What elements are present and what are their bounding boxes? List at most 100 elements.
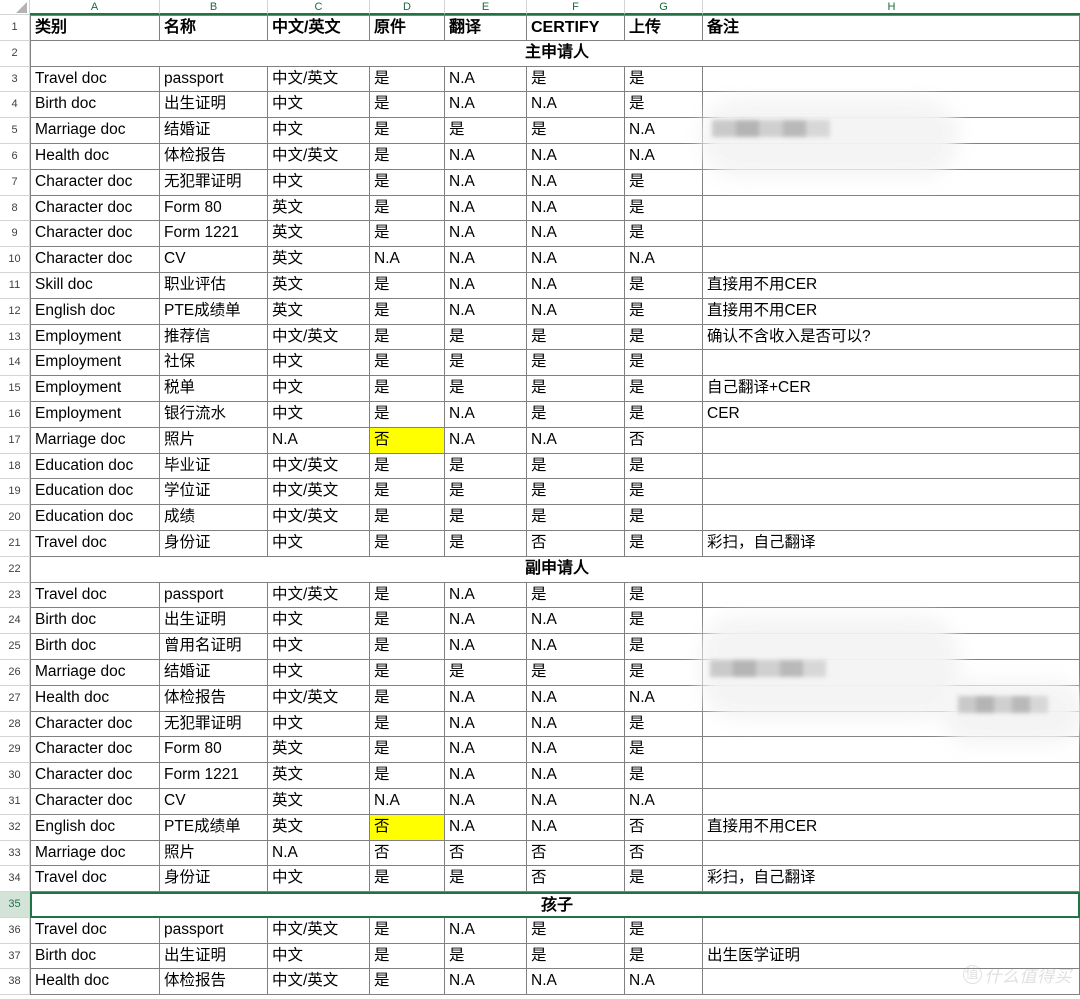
cell-B31[interactable]: CV (160, 788, 268, 815)
cell-F15[interactable]: 是 (527, 376, 625, 402)
cell-C26[interactable]: 中文 (268, 659, 370, 686)
table-row[interactable]: 7 Character doc 无犯罪证明 中文是 N.A N.A 是 (0, 169, 1080, 196)
cell-E33[interactable]: 否 (445, 840, 527, 867)
cell-E29[interactable]: N.A (445, 737, 527, 764)
cell-G16[interactable]: 是 (625, 401, 703, 428)
cell-G5[interactable]: N.A (625, 118, 703, 144)
cell-D24[interactable]: 是 (370, 608, 445, 635)
row-header-21[interactable]: 21 (0, 530, 30, 557)
table-row[interactable]: 5 Marriage doc 结婚证 中文是是是 N.A (0, 118, 1080, 144)
row-header-1[interactable]: 1 (0, 15, 30, 41)
cell-H34[interactable]: 彩扫，自己翻译 (703, 866, 1080, 893)
column-header-f[interactable]: F (527, 0, 625, 15)
cell-E13[interactable]: 是 (445, 324, 527, 351)
cell-G30[interactable]: 是 (625, 763, 703, 789)
cell-D20[interactable]: 是 (370, 505, 445, 531)
cell-H4[interactable] (703, 92, 1080, 119)
cell-F14[interactable]: 是 (527, 350, 625, 377)
cell-G21[interactable]: 是 (625, 530, 703, 557)
section-title-cell[interactable]: 主申请人 (30, 40, 1080, 67)
section-title-row[interactable]: 2 主申请人 (0, 40, 1080, 67)
cell-B21[interactable]: 身份证 (160, 530, 268, 557)
table-row[interactable]: 17 Marriage doc 照片 N.A 否 N.A N.A 否 (0, 427, 1080, 454)
cell-H10[interactable] (703, 247, 1080, 273)
cell-C25[interactable]: 中文 (268, 634, 370, 660)
cell-H37[interactable]: 出生医学证明 (703, 943, 1080, 970)
cell-E10[interactable]: N.A (445, 247, 527, 273)
cell-F4[interactable]: N.A (527, 92, 625, 119)
cell-A30[interactable]: Character doc (30, 763, 160, 789)
cell-G26[interactable]: 是 (625, 659, 703, 686)
cell-E18[interactable]: 是 (445, 453, 527, 480)
cell-B5[interactable]: 结婚证 (160, 118, 268, 144)
table-row[interactable]: 16 Employment 银行流水 中文是 N.A 是是 CER (0, 401, 1080, 428)
cell-D23[interactable]: 是 (370, 582, 445, 609)
table-row[interactable]: 37 Birth doc 出生证明 中文是是是是出生医学证明 (0, 943, 1080, 970)
cell-B15[interactable]: 税单 (160, 376, 268, 402)
cell-B23[interactable]: passport (160, 582, 268, 609)
cell-B33[interactable]: 照片 (160, 840, 268, 867)
cell-C37[interactable]: 中文 (268, 943, 370, 970)
table-row[interactable]: 18 Education doc 毕业证 中文/英文是是是是 (0, 453, 1080, 480)
cell-D38[interactable]: 是 (370, 969, 445, 996)
cell-G36[interactable]: 是 (625, 917, 703, 944)
cell-D14[interactable]: 是 (370, 350, 445, 377)
cell-B34[interactable]: 身份证 (160, 866, 268, 893)
cell-E12[interactable]: N.A (445, 298, 527, 325)
cell-C36[interactable]: 中文/英文 (268, 917, 370, 944)
row-header-32[interactable]: 32 (0, 814, 30, 841)
table-row[interactable]: 24 Birth doc 出生证明 中文是 N.A N.A 是 (0, 608, 1080, 635)
cell-G27[interactable]: N.A (625, 685, 703, 712)
cell-A23[interactable]: Travel doc (30, 582, 160, 609)
column-title-b[interactable]: 名称 (160, 15, 268, 41)
cell-A9[interactable]: Character doc (30, 221, 160, 248)
cell-F20[interactable]: 是 (527, 505, 625, 531)
cell-A6[interactable]: Health doc (30, 143, 160, 170)
cell-A26[interactable]: Marriage doc (30, 659, 160, 686)
cell-E7[interactable]: N.A (445, 169, 527, 196)
row-header-6[interactable]: 6 (0, 143, 30, 170)
cell-G23[interactable]: 是 (625, 582, 703, 609)
cell-F38[interactable]: N.A (527, 969, 625, 996)
table-row[interactable]: 3 Travel doc passport 中文/英文是 N.A 是是 (0, 66, 1080, 93)
cell-H12[interactable]: 直接用不用CER (703, 298, 1080, 325)
cell-F8[interactable]: N.A (527, 195, 625, 222)
cell-E3[interactable]: N.A (445, 66, 527, 93)
cell-A15[interactable]: Employment (30, 376, 160, 402)
table-row[interactable]: 4 Birth doc 出生证明 中文是 N.A N.A 是 (0, 92, 1080, 119)
table-row[interactable]: 13 Employment 推荐信 中文/英文是是是是确认不含收入是否可以? (0, 324, 1080, 351)
cell-G18[interactable]: 是 (625, 453, 703, 480)
cell-B32[interactable]: PTE成绩单 (160, 814, 268, 841)
cell-C27[interactable]: 中文/英文 (268, 685, 370, 712)
cell-E32[interactable]: N.A (445, 814, 527, 841)
cell-H18[interactable] (703, 453, 1080, 480)
cell-A34[interactable]: Travel doc (30, 866, 160, 893)
column-title-h[interactable]: 备注 (703, 15, 1080, 41)
row-header-33[interactable]: 33 (0, 840, 30, 867)
cell-D17[interactable]: 否 (370, 427, 445, 454)
cell-D4[interactable]: 是 (370, 92, 445, 119)
cell-C20[interactable]: 中文/英文 (268, 505, 370, 531)
cell-D15[interactable]: 是 (370, 376, 445, 402)
row-header-25[interactable]: 25 (0, 634, 30, 660)
cell-F29[interactable]: N.A (527, 737, 625, 764)
cell-G10[interactable]: N.A (625, 247, 703, 273)
cell-A36[interactable]: Travel doc (30, 917, 160, 944)
cell-H31[interactable] (703, 788, 1080, 815)
cell-H32[interactable]: 直接用不用CER (703, 814, 1080, 841)
row-header-20[interactable]: 20 (0, 505, 30, 531)
cell-H25[interactable] (703, 634, 1080, 660)
table-row[interactable]: 10 Character doc CV 英文 N.A N.A N.A N.A (0, 247, 1080, 273)
cell-D25[interactable]: 是 (370, 634, 445, 660)
cell-F10[interactable]: N.A (527, 247, 625, 273)
section-title-row[interactable]: 35 孩子 (0, 892, 1080, 918)
row-header-5[interactable]: 5 (0, 118, 30, 144)
cell-G4[interactable]: 是 (625, 92, 703, 119)
cell-B12[interactable]: PTE成绩单 (160, 298, 268, 325)
cell-C9[interactable]: 英文 (268, 221, 370, 248)
row-header-23[interactable]: 23 (0, 582, 30, 609)
cell-G14[interactable]: 是 (625, 350, 703, 377)
cell-G34[interactable]: 是 (625, 866, 703, 893)
cell-A3[interactable]: Travel doc (30, 66, 160, 93)
row-header-17[interactable]: 17 (0, 427, 30, 454)
